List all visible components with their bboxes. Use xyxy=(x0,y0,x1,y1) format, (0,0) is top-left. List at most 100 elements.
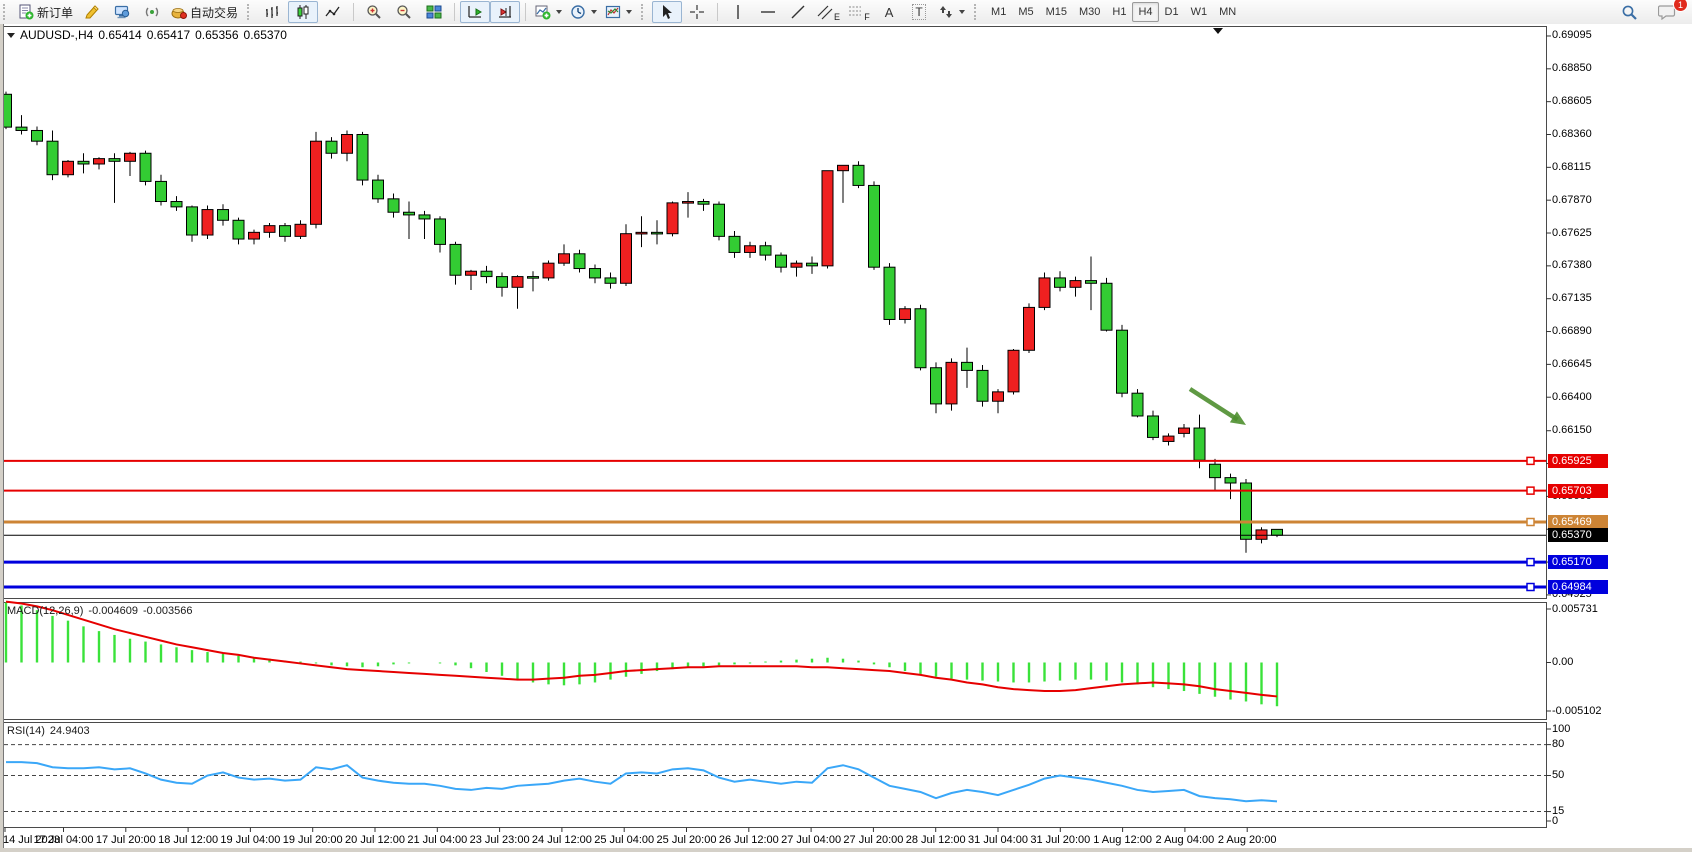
new-order-button[interactable]: 新订单 xyxy=(14,1,77,23)
bar-chart-button[interactable] xyxy=(258,1,288,23)
line-handle[interactable] xyxy=(1527,457,1534,464)
macd-value-main: -0.004609 xyxy=(88,605,138,617)
candle xyxy=(993,392,1004,401)
candle xyxy=(63,161,74,174)
candle xyxy=(326,141,337,153)
toolbar-drag-handle[interactable] xyxy=(641,4,647,20)
timeframe-d1-button[interactable]: D1 xyxy=(1159,2,1185,22)
zoom-out-button[interactable] xyxy=(389,1,419,23)
candle xyxy=(590,269,601,278)
rsi-header: RSI(14) 24.9403 xyxy=(7,725,90,737)
time-axis-label: 27 Jul 20:00 xyxy=(843,834,903,846)
autotrading-button[interactable]: 自动交易 xyxy=(167,1,242,23)
virtual-hosting-button[interactable] xyxy=(107,1,137,23)
line-handle[interactable] xyxy=(1527,519,1534,526)
candle xyxy=(109,159,120,162)
timeframe-m30-button[interactable]: M30 xyxy=(1073,2,1106,22)
crosshair-icon xyxy=(689,4,705,20)
toolbar-drag-handle[interactable] xyxy=(974,4,980,20)
chart-shift-button[interactable] xyxy=(490,1,520,23)
crosshair-button[interactable] xyxy=(682,1,712,23)
candle xyxy=(1101,283,1112,330)
vertical-line-button[interactable] xyxy=(723,1,753,23)
search-button[interactable] xyxy=(1614,1,1644,23)
line-handle[interactable] xyxy=(1527,584,1534,591)
line-handle[interactable] xyxy=(1527,487,1534,494)
text-label-button[interactable]: T xyxy=(904,1,934,23)
signals-button[interactable] xyxy=(137,1,167,23)
toolbar-group-scroll xyxy=(458,0,522,24)
timeframe-m15-button[interactable]: M15 xyxy=(1040,2,1073,22)
timeframe-h4-button[interactable]: H4 xyxy=(1132,2,1158,22)
rsi-axis-label: 100 xyxy=(1552,723,1570,735)
candle xyxy=(280,226,291,237)
macd-header: MACD(12,26,9) -0.004609 -0.003566 xyxy=(7,605,193,617)
chart-shift-marker[interactable] xyxy=(1213,28,1223,34)
tile-windows-icon xyxy=(426,4,442,20)
window-left-frame xyxy=(0,24,4,852)
timeframe-m5-button[interactable]: M5 xyxy=(1012,2,1039,22)
auto-scroll-button[interactable] xyxy=(460,1,490,23)
candle xyxy=(1117,330,1128,393)
tile-windows-button[interactable] xyxy=(419,1,449,23)
line-chart-button[interactable] xyxy=(318,1,348,23)
chart-window[interactable]: AUDUSD-,H4 0.65414 0.65417 0.65356 0.653… xyxy=(0,24,1692,852)
arrows-button[interactable] xyxy=(934,1,969,23)
candle xyxy=(559,254,570,263)
annotation-arrow[interactable] xyxy=(1190,389,1238,420)
toolbar-drag-handle[interactable] xyxy=(247,4,253,20)
timeframe-m1-button[interactable]: M1 xyxy=(985,2,1012,22)
text-button[interactable]: A xyxy=(874,1,904,23)
candle xyxy=(466,271,477,275)
indicators-icon xyxy=(535,4,551,20)
timeframe-w1-button[interactable]: W1 xyxy=(1185,2,1214,22)
candle xyxy=(931,368,942,404)
candle xyxy=(605,278,616,283)
candle xyxy=(1256,530,1267,539)
fibonacci-icon xyxy=(848,4,864,20)
timeframe-h1-button[interactable]: H1 xyxy=(1106,2,1132,22)
candle xyxy=(962,362,973,370)
periods-button[interactable] xyxy=(566,1,601,23)
time-axis-label: 2 Aug 20:00 xyxy=(1218,834,1277,846)
equidistant-channel-button[interactable]: E xyxy=(813,1,844,23)
indicators-button[interactable] xyxy=(531,1,566,23)
candle xyxy=(94,159,105,164)
fibonacci-button[interactable]: F xyxy=(844,1,874,23)
candle xyxy=(884,267,895,319)
candle xyxy=(869,185,880,267)
toolbar-drag-handle[interactable] xyxy=(3,4,9,20)
zoom-out-icon xyxy=(396,4,412,20)
candlestick-chart-button[interactable] xyxy=(288,1,318,23)
zoom-in-button[interactable] xyxy=(359,1,389,23)
chat-button[interactable]: 1 xyxy=(1652,1,1682,23)
time-axis-label: 25 Jul 04:00 xyxy=(594,834,654,846)
rsi-line xyxy=(6,762,1277,801)
candle xyxy=(202,210,213,235)
dropdown-arrow-icon xyxy=(591,10,597,14)
chart-canvas[interactable] xyxy=(0,24,1692,852)
price-axis-label: 0.66890 xyxy=(1552,325,1592,337)
candle xyxy=(1008,350,1019,392)
toolbar-separator xyxy=(717,3,718,21)
text-label-icon: T xyxy=(912,4,925,20)
mt4-terminal: 新订单 自动交易 xyxy=(0,0,1692,852)
time-axis-label: 2 Aug 04:00 xyxy=(1156,834,1215,846)
trendline-button[interactable] xyxy=(783,1,813,23)
candle xyxy=(621,234,632,284)
templates-button[interactable] xyxy=(601,1,636,23)
candle xyxy=(729,236,740,252)
panel-frame xyxy=(4,603,1547,720)
search-icon xyxy=(1621,4,1638,21)
candle xyxy=(900,309,911,320)
horizontal-line-button[interactable] xyxy=(753,1,783,23)
candle xyxy=(295,224,306,236)
cursor-button[interactable] xyxy=(652,1,682,23)
line-handle[interactable] xyxy=(1527,559,1534,566)
candle xyxy=(807,263,818,266)
rsi-axis-label: 80 xyxy=(1552,738,1564,750)
timeframe-mn-button[interactable]: MN xyxy=(1213,2,1242,22)
metaeditor-button[interactable] xyxy=(77,1,107,23)
macd-value-signal: -0.003566 xyxy=(143,605,193,617)
chart-dropdown-icon[interactable] xyxy=(7,33,15,38)
